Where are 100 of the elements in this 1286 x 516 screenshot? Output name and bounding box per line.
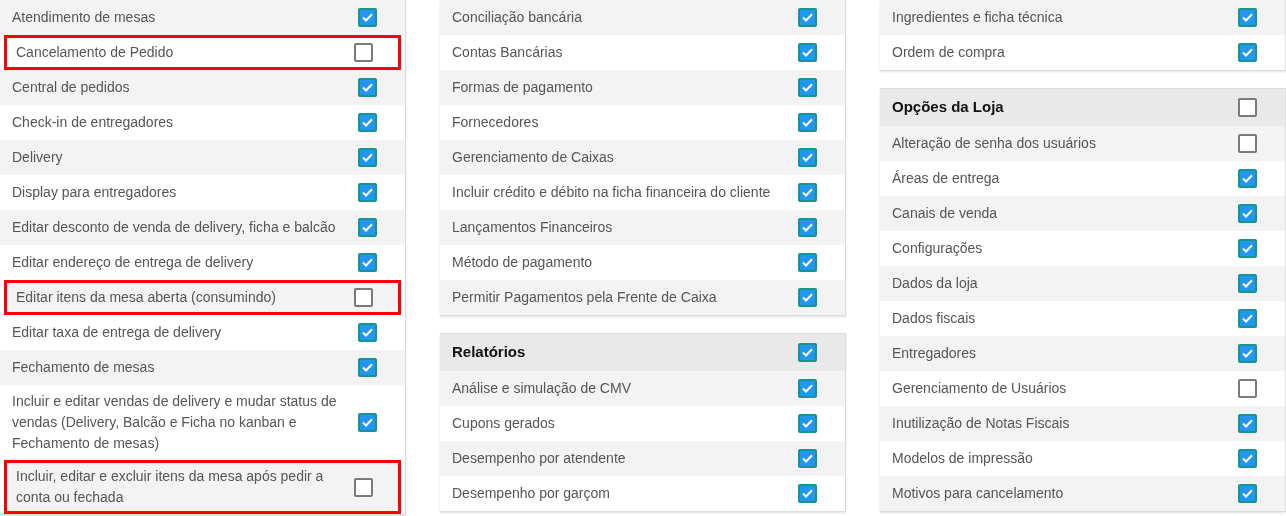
permission-label: Formas de pagamento [452, 78, 594, 97]
check-icon [802, 489, 813, 498]
permission-label: Incluir e editar vendas de delivery e mudar status de vendas (Delivery, Balcão e Ficha no kanban e Fechamento de mesas) [12, 392, 338, 453]
checkbox[interactable] [798, 218, 817, 237]
checkbox[interactable] [1238, 379, 1257, 398]
checkbox[interactable] [1238, 274, 1257, 293]
checkbox[interactable] [798, 183, 817, 202]
checkbox[interactable] [798, 484, 817, 503]
checkbox[interactable] [358, 113, 377, 132]
permission-label: Fornecedores [452, 113, 540, 132]
checkbox[interactable] [1238, 43, 1257, 62]
checkbox[interactable] [358, 8, 377, 27]
checkbox[interactable] [1238, 449, 1257, 468]
permission-label: Editar endereço de entrega de delivery [12, 253, 255, 272]
checkbox[interactable] [1238, 239, 1257, 258]
check-icon [362, 118, 373, 127]
checkbox[interactable] [358, 253, 377, 272]
permission-label: Dados fiscais [892, 309, 977, 328]
check-icon [1242, 419, 1253, 428]
checkbox[interactable] [798, 8, 817, 27]
checkbox[interactable] [354, 477, 373, 497]
checkbox[interactable] [358, 183, 377, 202]
checkbox[interactable] [1238, 134, 1257, 153]
check-icon [1242, 349, 1253, 358]
permission-label: Ingredientes e ficha técnica [892, 8, 1064, 27]
permission-label: Conciliação bancária [452, 8, 583, 27]
check-icon [1242, 279, 1253, 288]
section-title: Opções da Loja [892, 97, 1004, 118]
permission-label: Central de pedidos [12, 78, 131, 97]
permission-label: Dados da loja [892, 274, 979, 293]
check-icon [802, 293, 813, 302]
checkbox[interactable] [1238, 414, 1257, 433]
check-icon [802, 83, 813, 92]
checkbox[interactable] [798, 343, 817, 362]
check-icon [802, 13, 813, 22]
checkbox[interactable] [358, 78, 377, 97]
permission-label: Ordem de compra [892, 43, 1006, 62]
permission-label: Áreas de entrega [892, 169, 1001, 188]
permission-label: Incluir, editar e excluir itens da mesa após pedir a conta ou fechada [16, 467, 325, 507]
check-icon [362, 328, 373, 337]
checkbox[interactable] [1238, 484, 1257, 503]
check-icon [362, 418, 373, 427]
checkbox[interactable] [1238, 344, 1257, 363]
permission-label: Contas Bancárias [452, 43, 564, 62]
checkbox[interactable] [358, 148, 377, 167]
checkbox[interactable] [1238, 98, 1257, 117]
permission-label: Atendimento de mesas [12, 8, 157, 27]
permission-label: Check-in de entregadores [12, 113, 175, 132]
checkbox[interactable] [798, 379, 817, 398]
permission-label: Incluir crédito e débito na ficha financeira do cliente [452, 183, 772, 202]
check-icon [802, 384, 813, 393]
check-icon [1242, 13, 1253, 22]
checkbox[interactable] [798, 288, 817, 307]
checkbox[interactable] [798, 253, 817, 272]
check-icon [362, 188, 373, 197]
permission-label: Gerenciamento de Caixas [452, 148, 615, 167]
checkbox[interactable] [798, 78, 817, 97]
permission-label: Inutilização de Notas Fiscais [892, 414, 1071, 433]
checkbox[interactable] [358, 413, 377, 432]
section-title: Relatórios [452, 342, 526, 363]
checkbox[interactable] [798, 449, 817, 468]
check-icon [802, 223, 813, 232]
check-icon [802, 153, 813, 162]
check-icon [1242, 314, 1253, 323]
permission-label: Motivos para cancelamento [892, 484, 1065, 503]
permission-label: Entregadores [892, 344, 978, 363]
permission-label: Desempenho por garçom [452, 484, 611, 503]
permission-label: Gerenciamento de Usuários [892, 379, 1068, 398]
checkbox[interactable] [1238, 204, 1257, 223]
check-icon [1242, 48, 1253, 57]
permission-label: Cupons gerados [452, 414, 556, 433]
check-icon [362, 363, 373, 372]
check-icon [1242, 454, 1253, 463]
checkbox[interactable] [358, 218, 377, 237]
checkbox[interactable] [798, 148, 817, 167]
checkbox[interactable] [1238, 169, 1257, 188]
checkbox[interactable] [354, 288, 373, 307]
permission-label: Configurações [892, 239, 984, 258]
checkbox[interactable] [358, 323, 377, 342]
permission-label: Análise e simulação de CMV [452, 379, 632, 398]
checkbox[interactable] [798, 113, 817, 132]
check-icon [362, 153, 373, 162]
check-icon [1242, 174, 1253, 183]
permission-label: Alteração de senha dos usuários [892, 134, 1097, 153]
checkbox[interactable] [798, 414, 817, 433]
permission-label: Modelos de impressão [892, 449, 1034, 468]
check-icon [362, 13, 373, 22]
check-icon [802, 454, 813, 463]
permission-label: Editar itens da mesa aberta (consumindo) [16, 288, 277, 307]
check-icon [362, 83, 373, 92]
checkbox[interactable] [798, 43, 817, 62]
permission-label: Permitir Pagamentos pela Frente de Caixa [452, 288, 718, 307]
checkbox[interactable] [1238, 8, 1257, 27]
checkbox[interactable] [1238, 309, 1257, 328]
check-icon [1242, 209, 1253, 218]
permission-label: Desempenho por atendente [452, 449, 627, 468]
checkbox[interactable] [354, 43, 373, 62]
permission-label: Canais de venda [892, 204, 999, 223]
permission-label: Cancelamento de Pedido [16, 43, 175, 62]
checkbox[interactable] [358, 358, 377, 377]
